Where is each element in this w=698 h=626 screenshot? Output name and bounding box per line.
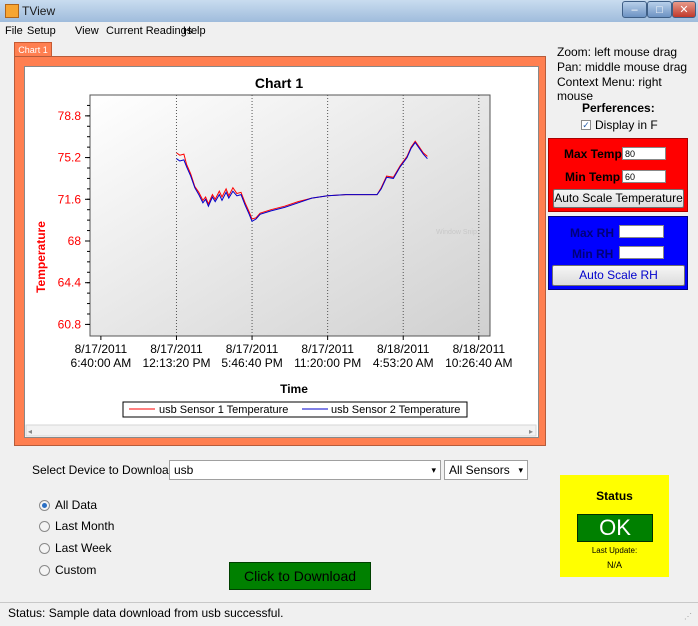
title-bar	[0, 0, 698, 23]
x-tick-label: 8/18/2011	[377, 342, 430, 356]
auto-scale-rh-button[interactable]: Auto Scale RH	[552, 265, 685, 286]
display-in-f-checkbox[interactable]: ✓	[581, 120, 591, 130]
y-axis-title: Temperature	[34, 221, 48, 293]
device-select-label: Select Device to Download	[32, 463, 176, 477]
y-tick-label: 75.2	[58, 151, 82, 165]
radio-last-week-label[interactable]: Last Week	[55, 541, 111, 555]
close-button[interactable]: ✕	[672, 1, 696, 18]
min-rh-input[interactable]	[619, 246, 664, 259]
resize-grip-icon[interactable]: ⋰	[684, 612, 692, 621]
y-tick-label: 71.6	[58, 192, 82, 206]
last-update-label: Last Update:	[591, 546, 638, 555]
zoom-help: Zoom: left mouse drag	[557, 45, 678, 59]
sensor-select-value: All Sensors	[449, 463, 510, 477]
plot-area	[89, 94, 491, 337]
min-temp-input[interactable]: 60	[622, 170, 666, 183]
y-tick-label: 78.8	[58, 109, 82, 123]
max-rh-label: Max RH	[570, 226, 615, 240]
preferences-title: Perferences:	[582, 101, 655, 115]
x-tick-label: 8/17/2011	[226, 342, 279, 356]
status-bar-text: Status: Sample data download from usb su…	[8, 606, 284, 620]
legend-label-sensor-1: usb Sensor 1 Temperature	[159, 404, 288, 416]
chevron-down-icon: ▾	[518, 465, 523, 475]
x-tick-label: 11:20:00 PM	[294, 356, 361, 370]
menu-setup[interactable]: Setup	[27, 25, 56, 37]
maximize-button[interactable]: □	[647, 1, 672, 18]
chart-scrollbar[interactable]: ◂ ▸	[25, 424, 537, 437]
watermark: Window Snip	[436, 229, 477, 236]
menu-bar	[0, 22, 698, 40]
pan-help: Pan: middle mouse drag	[557, 60, 688, 74]
auto-scale-temperature-button[interactable]: Auto Scale Temperature	[553, 189, 684, 208]
radio-last-week[interactable]	[39, 543, 50, 554]
x-tick-label: 8/17/2011	[301, 342, 354, 356]
chevron-down-icon: ▾	[431, 465, 436, 475]
radio-last-month[interactable]	[39, 521, 50, 532]
tab-chart-1[interactable]: Chart 1	[14, 42, 52, 57]
y-tick-label: 64.4	[58, 276, 82, 290]
legend-label-sensor-2: usb Sensor 2 Temperature	[331, 404, 460, 416]
y-tick-label: 68	[68, 234, 82, 248]
max-temp-input[interactable]: 80	[622, 147, 666, 160]
download-button[interactable]: Click to Download	[229, 562, 371, 590]
status-title: Status	[596, 489, 633, 503]
menu-view[interactable]: View	[75, 25, 99, 37]
x-tick-label: 10:26:40 AM	[445, 356, 512, 370]
sensor-select[interactable]: All Sensors ▾	[444, 460, 528, 480]
x-tick-label: 8/17/2011	[150, 342, 203, 356]
device-select-value: usb	[174, 463, 194, 477]
menu-file[interactable]: File	[5, 25, 23, 37]
min-rh-label: Min RH	[572, 247, 614, 261]
radio-last-month-label[interactable]: Last Month	[55, 519, 114, 533]
x-tick-label: 6:40:00 AM	[71, 356, 132, 370]
context-menu-help: Context Menu: right mouse	[557, 75, 662, 103]
max-temp-label: Max Temp	[564, 147, 622, 161]
radio-all-data[interactable]	[39, 500, 50, 511]
x-tick-label: 4:53:20 AM	[373, 356, 434, 370]
x-axis-title: Time	[280, 382, 308, 396]
minimize-button[interactable]: –	[622, 1, 647, 18]
x-tick-label: 12:13:20 PM	[142, 356, 210, 370]
x-tick-label: 5:46:40 PM	[221, 356, 282, 370]
app-icon	[5, 4, 19, 18]
device-select[interactable]: usb ▾	[169, 460, 441, 480]
display-in-f-label: Display in F	[595, 118, 658, 132]
legend: usb Sensor 1 Temperature usb Sensor 2 Te…	[122, 401, 468, 418]
chart-title: Chart 1	[255, 75, 303, 91]
last-update-value: N/A	[606, 560, 622, 570]
y-tick-label: 60.8	[58, 317, 82, 331]
max-rh-input[interactable]	[619, 225, 664, 238]
radio-all-data-label[interactable]: All Data	[55, 498, 97, 512]
menu-current-readings[interactable]: Current Readings	[106, 25, 192, 37]
scroll-left-icon[interactable]: ◂	[28, 427, 32, 436]
x-tick-label: 8/18/2011	[453, 342, 506, 356]
status-ok-indicator: OK	[577, 514, 653, 542]
radio-custom[interactable]	[39, 565, 50, 576]
window-title: TView	[22, 4, 56, 18]
min-temp-label: Min Temp	[565, 170, 621, 184]
temperature-chart[interactable]: 8/17/20116:40:00 AM8/17/201112:13:20 PM8…	[24, 66, 539, 438]
scroll-right-icon[interactable]: ▸	[529, 427, 533, 436]
radio-custom-label[interactable]: Custom	[55, 563, 96, 577]
menu-help[interactable]: Help	[183, 25, 206, 37]
x-tick-label: 8/17/2011	[75, 342, 128, 356]
